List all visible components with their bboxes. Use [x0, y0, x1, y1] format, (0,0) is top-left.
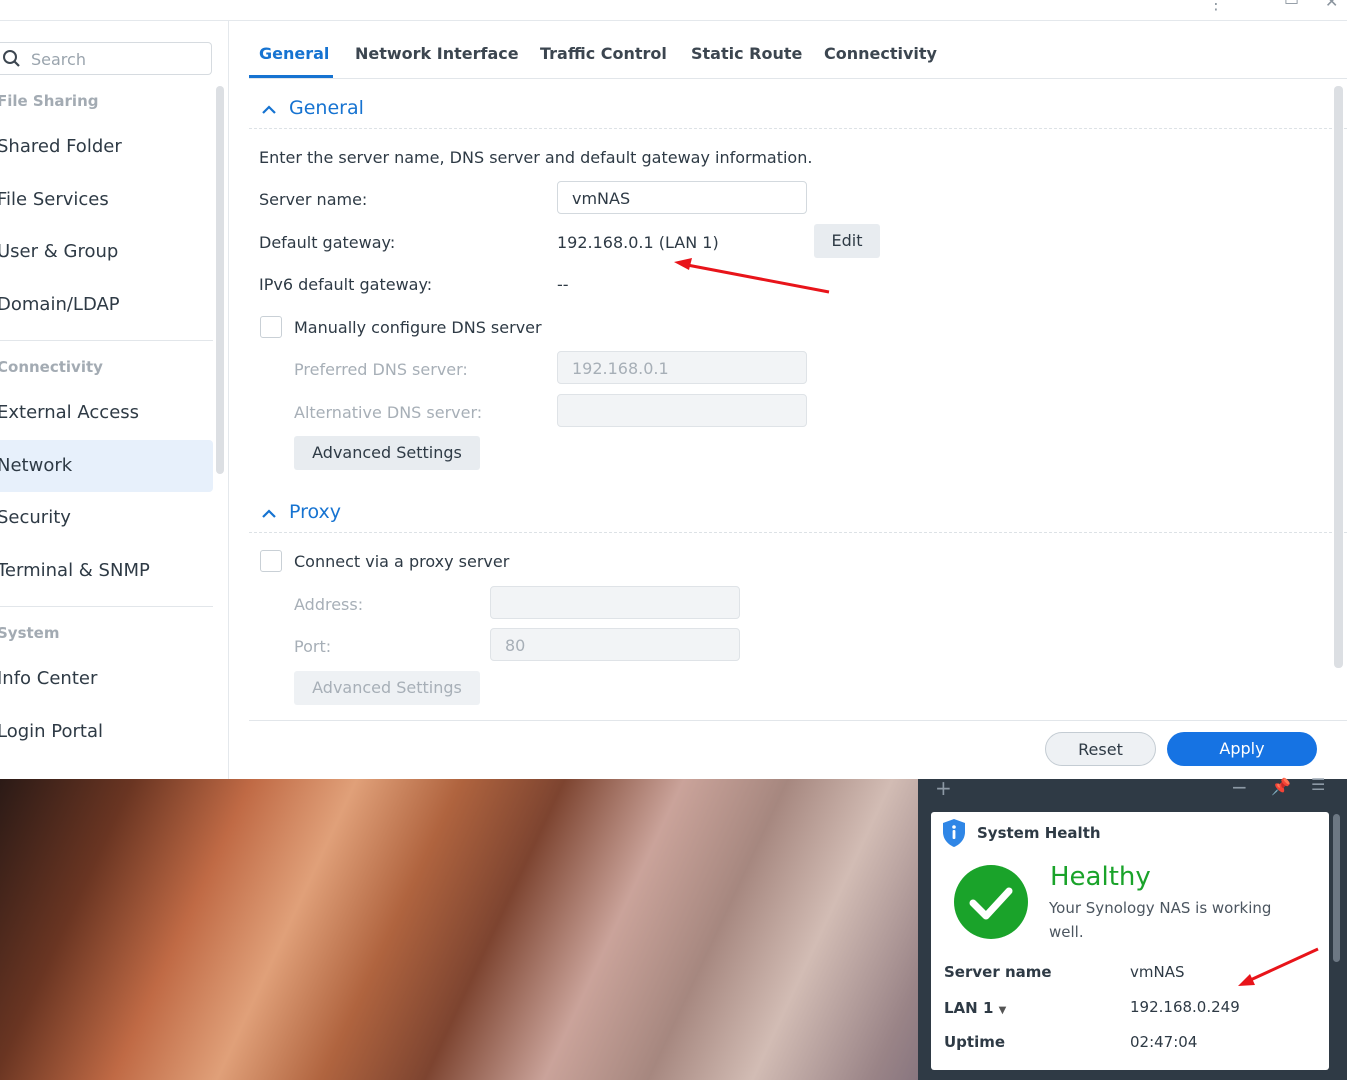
annotation-arrow [1238, 947, 1319, 986]
proxy-label[interactable]: Connect via a proxy server [294, 552, 509, 571]
uptime-key: Uptime [944, 1033, 1006, 1051]
section-divider [249, 532, 1347, 533]
main-scrollbar[interactable] [1334, 86, 1343, 668]
server-name-value: vmNAS [1130, 963, 1185, 981]
search-placeholder: Search [31, 50, 86, 69]
tab-divider [249, 78, 1347, 79]
server-name-key: Server name [944, 963, 1052, 981]
sidebar-item-info-center[interactable]: Info Center [0, 653, 210, 705]
lan-key: LAN 1 [944, 999, 994, 1017]
manual-dns-label[interactable]: Manually configure DNS server [294, 318, 542, 337]
apply-button[interactable]: Apply [1167, 732, 1317, 766]
uptime-value: 02:47:04 [1130, 1033, 1198, 1051]
sidebar-item-user-group[interactable]: User & Group [0, 226, 210, 278]
server-name-input[interactable]: vmNAS [557, 181, 807, 214]
check-circle-icon [954, 865, 1028, 939]
lan-selector[interactable]: LAN 1 ▼ [944, 999, 1006, 1017]
tab-connectivity[interactable]: Connectivity [824, 44, 937, 63]
info-shield-icon [943, 819, 965, 847]
tab-static-route[interactable]: Static Route [691, 44, 802, 63]
tab-network-interface[interactable]: Network Interface [355, 44, 519, 63]
section-divider [249, 128, 1347, 129]
widget-title: System Health [977, 824, 1101, 842]
window-titlebar [0, 0, 1347, 21]
widget-scrollbar[interactable] [1333, 814, 1340, 962]
health-status-description: Your Synology NAS is working well. [1049, 899, 1272, 941]
proxy-port-input[interactable]: 80 [490, 628, 740, 661]
proxy-address-input[interactable] [490, 586, 740, 619]
sidebar-item-domain-ldap[interactable]: Domain/LDAP [0, 279, 210, 331]
reset-button[interactable]: Reset [1045, 732, 1156, 766]
proxy-advanced-settings-button[interactable]: Advanced Settings [294, 671, 480, 705]
search-input[interactable]: Search [0, 42, 212, 75]
sidebar-item-terminal-snmp[interactable]: Terminal & SNMP [0, 545, 210, 597]
ipv6-gateway-label: IPv6 default gateway: [259, 275, 433, 294]
maximize-icon[interactable]: ▭ [1284, 0, 1299, 9]
alternative-dns-label: Alternative DNS server: [294, 403, 483, 422]
dns-advanced-settings-button[interactable]: Advanced Settings [294, 436, 480, 470]
sidebar-divider [0, 340, 213, 341]
menu-icon[interactable]: ☰ [1311, 775, 1325, 794]
general-description: Enter the server name, DNS server and de… [259, 148, 813, 167]
chevron-up-icon[interactable] [260, 101, 278, 119]
sidebar-item-network[interactable]: Network [0, 440, 213, 492]
footer-divider [249, 720, 1347, 721]
proxy-checkbox[interactable] [260, 550, 282, 572]
sidebar-item-external-access[interactable]: External Access [0, 387, 210, 439]
tab-general[interactable]: General [259, 44, 329, 63]
caret-down-icon: ▼ [998, 1005, 1007, 1016]
plus-icon[interactable]: + [935, 776, 952, 800]
sidebar-divider [0, 606, 213, 607]
server-name-label: Server name: [259, 190, 368, 209]
pin-icon[interactable]: 📌 [1271, 777, 1291, 796]
sidebar-item-file-services[interactable]: File Services [0, 174, 210, 226]
proxy-address-label: Address: [294, 595, 364, 614]
manual-dns-checkbox[interactable] [260, 316, 282, 338]
ipv6-gateway-value: -- [557, 275, 569, 294]
sidebar-item-shared-folder[interactable]: Shared Folder [0, 121, 210, 173]
section-connectivity: Connectivity [0, 358, 103, 376]
preferred-dns-input[interactable]: 192.168.0.1 [557, 351, 807, 384]
chevron-up-icon[interactable] [260, 505, 278, 523]
help-icon[interactable]: ⋮ [1208, 0, 1224, 13]
annotation-arrow [674, 258, 830, 294]
sidebar-item-login-portal[interactable]: Login Portal [0, 706, 210, 758]
close-icon[interactable]: ✕ [1325, 0, 1338, 11]
section-system: System [0, 624, 60, 642]
tab-traffic-control[interactable]: Traffic Control [540, 44, 667, 63]
lan-ip-value: 192.168.0.249 [1130, 998, 1240, 1016]
health-status: Healthy [1050, 862, 1151, 892]
section-file-sharing: File Sharing [0, 92, 99, 110]
search-icon [3, 50, 20, 67]
default-gateway-label: Default gateway: [259, 233, 396, 252]
sidebar-scrollbar[interactable] [216, 86, 224, 474]
preferred-dns-label: Preferred DNS server: [294, 360, 468, 379]
alternative-dns-input[interactable] [557, 394, 807, 427]
section-heading-proxy[interactable]: Proxy [289, 501, 341, 523]
proxy-port-label: Port: [294, 637, 332, 656]
minus-icon[interactable]: − [1231, 775, 1248, 799]
sidebar-item-security[interactable]: Security [0, 492, 210, 544]
sidebar-item-label: Network [0, 455, 73, 476]
section-heading-general[interactable]: General [289, 97, 364, 119]
